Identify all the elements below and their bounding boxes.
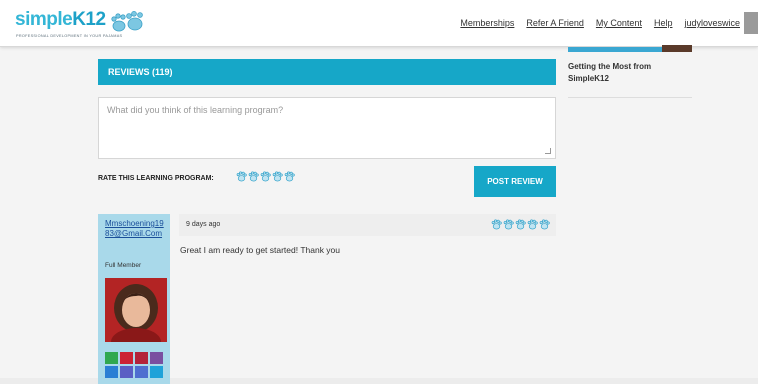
- logo-word-simple: simple: [15, 9, 73, 30]
- paw-rating-icon: [515, 219, 526, 230]
- achievement-badge-icon[interactable]: [135, 366, 148, 378]
- rating-row: RATE THIS LEARNING PROGRAM: POST REVIEW: [98, 165, 556, 199]
- achievement-badge-icon[interactable]: [150, 352, 163, 364]
- nav-flag-icon: [744, 12, 758, 34]
- paw-rating-icon: [527, 219, 538, 230]
- review-item: Mmschoening1983@Gmail.Com Full Member 9 …: [98, 214, 556, 384]
- post-review-button[interactable]: POST REVIEW: [474, 166, 556, 197]
- paw-rating-icon: [491, 219, 502, 230]
- achievement-badge-icon[interactable]: [105, 352, 118, 364]
- related-sidebar: Getting the Most from SimpleK12: [568, 45, 692, 98]
- paw-prints-icon: [111, 11, 143, 32]
- top-nav-bar: simpleK12 PROFESSIONAL DEVELOPMENT IN YO…: [0, 0, 758, 47]
- nav-refer-a-friend[interactable]: Refer A Friend: [526, 18, 584, 28]
- logo-wordmark: simpleK12: [15, 9, 106, 31]
- review-meta: 9 days ago: [179, 214, 556, 236]
- achievement-badge-icon[interactable]: [105, 366, 118, 378]
- avatar-portrait: [105, 278, 167, 342]
- reviews-section: REVIEWS (119) RATE THIS LEARNING PROGRAM…: [98, 59, 556, 384]
- achievement-badge-icon[interactable]: [120, 352, 133, 364]
- paw-rating-icon: [248, 171, 259, 182]
- logo-tagline: PROFESSIONAL DEVELOPMENT IN YOUR PAJAMAS: [16, 34, 123, 38]
- nav-memberships[interactable]: Memberships: [460, 18, 514, 28]
- achievement-badge-icon[interactable]: [135, 352, 148, 364]
- review-date: 9 days ago: [186, 221, 221, 228]
- review-textarea-wrapper: [98, 97, 556, 159]
- nav-user-account[interactable]: judyloveswice: [684, 18, 740, 28]
- nav-my-content[interactable]: My Content: [596, 18, 642, 28]
- related-title[interactable]: Getting the Most from SimpleK12: [568, 61, 692, 85]
- reviewer-badges: [105, 352, 167, 378]
- review-content: 9 days ago Great I am ready to get start…: [179, 214, 556, 255]
- reviewer-card: Mmschoening1983@Gmail.Com Full Member: [98, 214, 170, 384]
- main-nav: Memberships Refer A Friend My Content He…: [460, 18, 740, 28]
- achievement-badge-icon[interactable]: [150, 366, 163, 378]
- paw-rating-icon: [260, 171, 271, 182]
- reviews-header: REVIEWS (119): [98, 59, 556, 85]
- paw-rating-icon: [503, 219, 514, 230]
- avatar: [105, 278, 167, 342]
- resize-handle-icon[interactable]: [545, 148, 551, 154]
- review-rating-paws: [491, 219, 550, 230]
- related-thumbnail[interactable]: [568, 45, 692, 52]
- paw-rating-icon: [539, 219, 550, 230]
- paw-rating-icon: [236, 171, 247, 182]
- review-input[interactable]: [99, 98, 555, 156]
- page: simpleK12 PROFESSIONAL DEVELOPMENT IN YO…: [0, 0, 758, 384]
- paw-rating-icon: [272, 171, 283, 182]
- sidebar-divider: [568, 97, 692, 98]
- nav-help[interactable]: Help: [654, 18, 673, 28]
- paw-rating-icon: [284, 171, 295, 182]
- simplek12-logo[interactable]: simpleK12 PROFESSIONAL DEVELOPMENT IN YO…: [15, 9, 145, 41]
- rating-paws[interactable]: [236, 171, 295, 182]
- logo-word-k12: K12: [72, 9, 106, 30]
- review-text: Great I am ready to get started! Thank y…: [180, 245, 341, 255]
- rate-label: RATE THIS LEARNING PROGRAM:: [98, 175, 214, 182]
- reviewer-email-link[interactable]: Mmschoening1983@Gmail.Com: [105, 219, 167, 239]
- achievement-badge-icon[interactable]: [120, 366, 133, 378]
- reviewer-role: Full Member: [105, 262, 142, 269]
